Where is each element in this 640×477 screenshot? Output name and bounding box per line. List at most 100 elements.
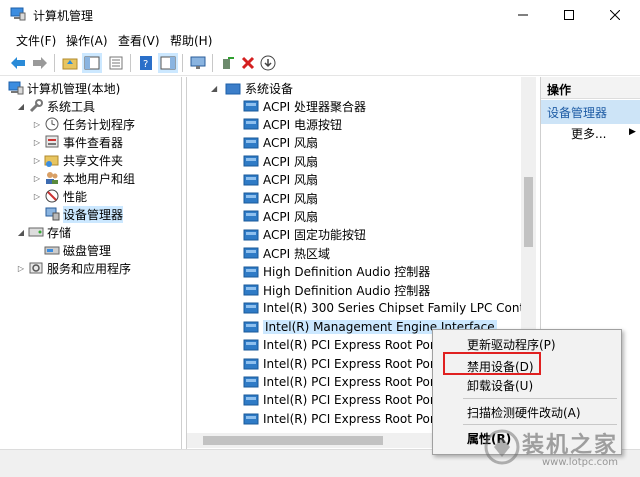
tree-root[interactable]: 计算机管理(本地) [6,79,120,97]
device-row[interactable]: ACPI 电源按钮 [243,115,342,133]
device-row[interactable]: Intel(R) 300 Series Chipset Family LPC C… [243,299,536,317]
storage-icon [28,224,44,240]
tree-item-storage[interactable]: ◢ 存储 [16,223,71,241]
chevron-right-icon[interactable]: ▷ [32,192,42,201]
watermark: 装机之家 www.lotpc.com [482,423,640,475]
device-row[interactable]: ACPI 风扇 [243,171,318,189]
device-row[interactable]: ACPI 风扇 [243,134,318,152]
folder-device-icon [225,81,241,95]
system-device-icon [243,320,259,334]
tree-item-services-apps[interactable]: ▷ 服务和应用程序 [16,259,131,277]
uninstall-device-button[interactable] [238,53,258,73]
actions-header: 操作 [541,77,640,99]
chevron-right-icon[interactable]: ▷ [32,174,42,183]
console-tree-icon [84,56,100,70]
download-circle-icon [260,55,276,71]
scroll-thumb[interactable] [203,436,383,445]
tree-item-device-manager[interactable]: 设备管理器 [42,205,124,223]
disk-icon [44,242,60,258]
device-row[interactable]: High Definition Audio 控制器 [243,281,430,299]
system-device-icon [243,173,259,187]
minimize-button[interactable] [500,0,546,30]
export-list-button[interactable] [106,53,126,73]
menu-view[interactable]: 查看(V) [118,32,160,49]
tree-item-shared-folders[interactable]: ▷ 共享文件夹 [32,151,123,169]
menu-action[interactable]: 操作(A) [66,32,108,49]
system-device-icon [243,154,259,168]
device-manager-icon [44,206,60,222]
toolbar-separator [182,54,183,72]
back-button[interactable] [8,53,28,73]
menu-uninstall-device[interactable]: 卸载设备(U) [467,377,533,395]
window-title: 计算机管理 [33,9,94,23]
tree-item-disk-management[interactable]: 磁盘管理 [42,241,111,259]
chevron-down-icon[interactable]: ◢ [16,228,26,237]
menu-help[interactable]: 帮助(H) [170,32,212,49]
chevron-down-icon[interactable]: ◢ [16,102,26,111]
enable-device-button[interactable] [218,53,238,73]
actions-more-link[interactable]: 更多... [571,125,606,142]
device-row[interactable]: ACPI 风扇 [243,207,318,225]
show-tree-button[interactable] [82,53,102,73]
toolbar-separator [130,54,131,72]
tree-item-system-tools[interactable]: ◢ 系统工具 [16,97,95,115]
update-driver-button[interactable] [258,53,278,73]
menu-separator [463,398,617,399]
watermark-url: www.lotpc.com [542,457,618,468]
chevron-right-icon[interactable]: ▷ [32,120,42,129]
toolbar: ? [0,50,640,76]
chevron-right-icon[interactable]: ▷ [32,156,42,165]
chevron-right-icon[interactable]: ▷ [16,264,26,273]
computer-management-icon [8,80,24,96]
category-system-devices[interactable]: ◢ 系统设备 [211,79,293,97]
up-folder-button[interactable] [60,53,80,73]
watermark-logo-icon [484,429,520,465]
forward-arrow-icon [33,57,47,69]
device-row[interactable]: ACPI 热区域 [243,244,330,262]
device-row[interactable]: ACPI 处理器聚合器 [243,97,366,115]
tree-item-local-users[interactable]: ▷ 本地用户和组 [32,169,135,187]
device-row[interactable]: Intel(R) PCI Express Root Port # [243,336,453,354]
chevron-right-icon[interactable]: ▷ [32,138,42,147]
chevron-down-icon[interactable]: ◢ [211,84,225,93]
monitor-icon [190,56,206,69]
device-row[interactable]: ACPI 固定功能按钮 [243,226,366,244]
system-device-icon [243,338,259,352]
performance-icon [44,188,60,204]
show-action-pane-button[interactable] [158,53,178,73]
device-row[interactable]: Intel(R) PCI Express Root Port # [243,355,453,373]
shared-folder-icon [44,152,60,168]
menu-file[interactable]: 文件(F) [16,32,56,49]
system-device-icon [243,99,259,113]
scan-hardware-button[interactable] [188,53,208,73]
device-row[interactable]: Intel(R) PCI Express Root Port # [243,373,453,391]
svg-text:?: ? [143,59,148,70]
system-device-icon [243,357,259,371]
tree-item-performance[interactable]: ▷ 性能 [32,187,87,205]
maximize-button[interactable] [546,0,592,30]
system-device-icon [243,117,259,131]
device-row[interactable]: Intel(R) PCI Express Root Port # [243,391,453,409]
actions-device-manager[interactable]: 设备管理器 [541,100,640,124]
system-device-icon [243,283,259,297]
tree-item-task-scheduler[interactable]: ▷ 任务计划程序 [32,115,135,133]
device-row[interactable]: Intel(R) PCI Express Root Port # [243,410,453,428]
forward-button[interactable] [30,53,50,73]
device-row[interactable]: ACPI 风扇 [243,189,318,207]
enable-device-icon [223,57,234,69]
tree-item-event-viewer[interactable]: ▷ 事件查看器 [32,133,123,151]
folder-up-icon [62,58,78,70]
services-icon [28,260,44,276]
device-row[interactable]: ACPI 风扇 [243,152,318,170]
close-button[interactable] [592,0,638,30]
minimize-icon [518,14,528,16]
close-icon [610,10,620,20]
title-bar[interactable]: 计算机管理 [0,0,640,30]
system-device-icon [243,209,259,223]
menu-scan-hardware[interactable]: 扫描检测硬件改动(A) [467,404,581,422]
device-row[interactable]: High Definition Audio 控制器 [243,263,430,281]
scroll-thumb[interactable] [524,177,533,247]
system-device-icon [243,412,259,426]
help-button[interactable]: ? [136,53,156,73]
list-icon [109,56,123,70]
